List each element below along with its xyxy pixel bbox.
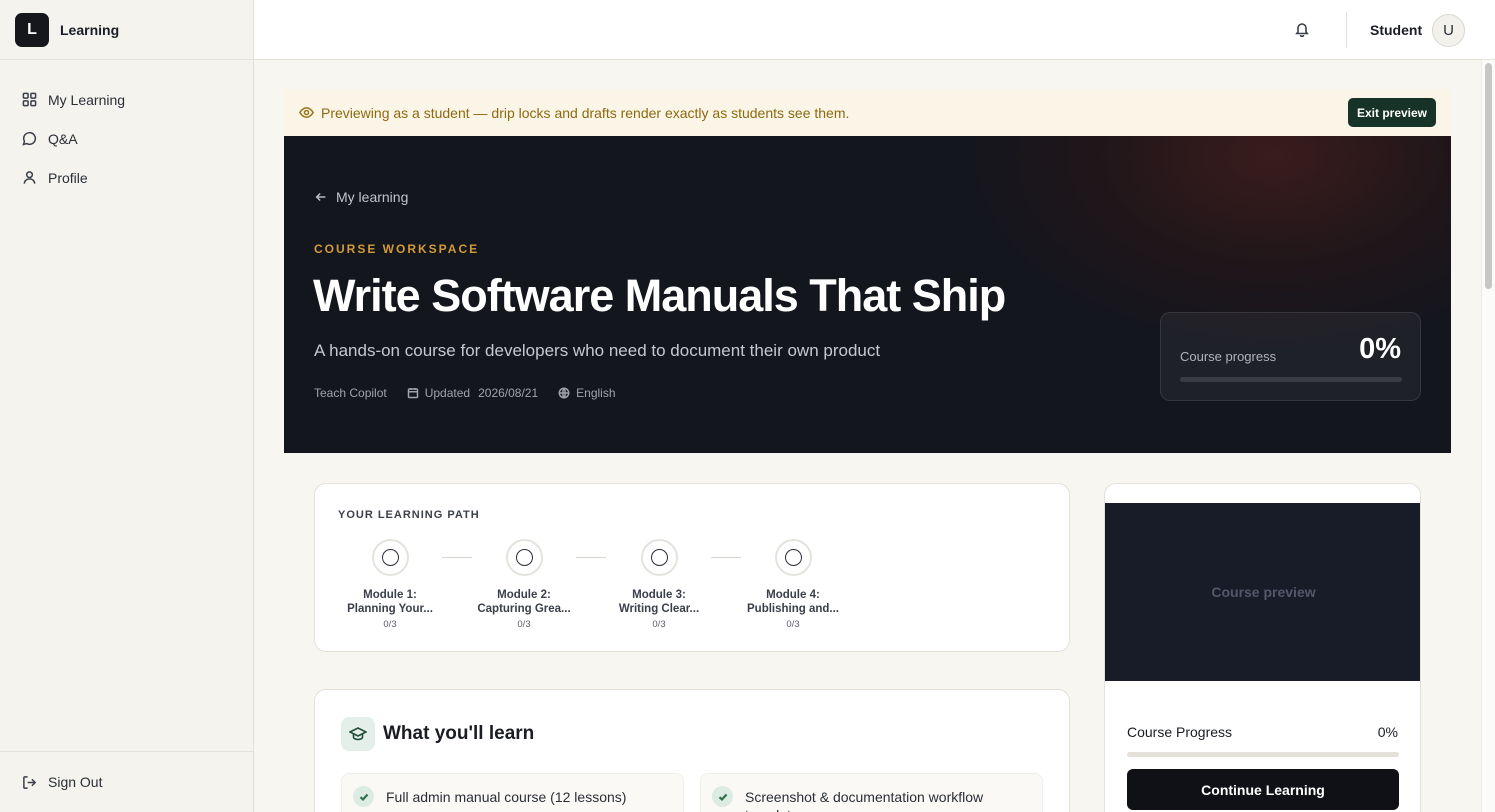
grid-icon: [22, 92, 37, 107]
what-youll-learn-card: What you'll learn Full admin manual cour…: [314, 689, 1070, 812]
check-icon: [712, 786, 733, 807]
learning-path-card: YOUR LEARNING PATH Module 1: Planning You…: [314, 483, 1070, 652]
course-meta: Teach Copilot Updated 2026/08/21 English: [314, 386, 636, 400]
learn-item: Screenshot & documentation workflow temp…: [700, 773, 1043, 812]
topbar-divider: [1346, 12, 1347, 48]
step-status-icon: [371, 539, 409, 576]
side-progress-label: Course Progress: [1127, 724, 1233, 740]
step-count: 0/3: [517, 619, 531, 630]
avatar[interactable]: U: [1432, 14, 1465, 47]
author-name: Teach Copilot: [314, 386, 387, 400]
hero-progress-label: Course progress: [1180, 349, 1277, 364]
step-title-line2: Planning Your...: [347, 603, 433, 615]
back-to-my-learning-link[interactable]: My learning: [314, 189, 408, 205]
bell-icon: [1295, 23, 1309, 38]
course-subtitle: A hands-on course for developers who nee…: [314, 341, 881, 360]
sign-out-icon: [23, 775, 37, 789]
path-step-module-2[interactable]: Module 2: Capturing Grea... 0/3: [474, 539, 574, 630]
page-scrollbar[interactable]: [1481, 60, 1495, 812]
hero-progress-value: 0%: [1359, 333, 1401, 365]
course-language: English: [558, 386, 616, 400]
sidebar-item-my-learning[interactable]: My Learning: [0, 80, 253, 119]
path-step-module-4[interactable]: Module 4: Publishing and... 0/3: [743, 539, 843, 630]
updated-label: Updated: [424, 386, 471, 400]
hero-eyebrow: COURSE WORKSPACE: [314, 242, 480, 256]
sidebar-item-qa[interactable]: Q&A: [0, 119, 253, 158]
path-step-module-3[interactable]: Module 3: Writing Clear... 0/3: [609, 539, 709, 630]
learn-section-title: What you'll learn: [383, 723, 535, 744]
side-progress-track: [1127, 752, 1399, 757]
learn-item-text: Screenshot & documentation workflow temp…: [745, 789, 984, 812]
user-name[interactable]: Student: [1370, 22, 1422, 38]
hero-progress-card: Course progress 0%: [1160, 312, 1421, 401]
course-side-card: Course preview Course Progress 0% Contin…: [1104, 483, 1421, 812]
path-connector: [711, 557, 741, 558]
calendar-icon: [407, 388, 418, 399]
preview-banner: Previewing as a student — drip locks and…: [284, 89, 1451, 136]
course-author: Teach Copilot: [314, 386, 387, 400]
step-status-icon: [505, 539, 543, 576]
step-status-icon: [774, 539, 812, 576]
learning-path-steps: Module 1: Planning Your... 0/3 Module 2: C…: [315, 539, 915, 639]
course-preview-video[interactable]: Course preview: [1105, 503, 1420, 681]
sidebar: L Learning My Learning Q&A Profile Sign …: [0, 0, 254, 812]
notifications-button[interactable]: [1294, 21, 1312, 39]
hero-progress-track: [1180, 377, 1402, 382]
step-title-line2: Publishing and...: [747, 603, 839, 615]
preview-banner-text: Previewing as a student — drip locks and…: [321, 104, 850, 121]
learn-item-text: Full admin manual course (12 lessons): [386, 789, 627, 805]
course-hero: My learning COURSE WORKSPACE Write Softw…: [284, 136, 1451, 453]
brand[interactable]: L Learning: [0, 0, 253, 60]
path-step-module-1[interactable]: Module 1: Planning Your... 0/3: [340, 539, 440, 630]
top-bar: Student U: [254, 0, 1495, 60]
brand-logo: L: [15, 12, 49, 47]
step-title-line1: Module 1:: [363, 589, 417, 601]
learn-item: Full admin manual course (12 lessons): [341, 773, 684, 812]
step-title-line2: Capturing Grea...: [477, 603, 571, 615]
step-title-line1: Module 4:: [766, 589, 820, 601]
step-count: 0/3: [383, 619, 397, 630]
path-connector: [442, 557, 472, 558]
side-progress-value: 0%: [1377, 724, 1398, 740]
language-label: English: [576, 386, 616, 400]
step-status-icon: [640, 539, 678, 576]
graduation-cap-icon: [341, 717, 375, 751]
sign-out-button[interactable]: Sign Out: [0, 751, 253, 812]
course-title: Write Software Manuals That Ship: [313, 270, 1006, 321]
back-link-label: My learning: [336, 189, 409, 205]
sidebar-item-label: Q&A: [48, 130, 78, 147]
sidebar-nav: My Learning Q&A Profile: [0, 60, 253, 197]
path-connector: [576, 557, 606, 558]
updated-date: 2026/08/21: [478, 386, 539, 400]
step-title-line1: Module 2:: [497, 589, 551, 601]
chat-bubble-icon: [22, 131, 37, 146]
course-preview-label: Course preview: [1211, 584, 1316, 600]
learning-path-title: YOUR LEARNING PATH: [338, 509, 480, 521]
course-updated: Updated 2026/08/21: [407, 386, 538, 400]
brand-name: Learning: [60, 21, 120, 38]
continue-learning-button[interactable]: Continue Learning: [1127, 769, 1399, 810]
step-count: 0/3: [652, 619, 666, 630]
step-count: 0/3: [786, 619, 800, 630]
step-title-line1: Module 3:: [632, 589, 686, 601]
eye-icon: [299, 107, 314, 118]
globe-icon: [558, 387, 570, 399]
exit-preview-button[interactable]: Exit preview: [1348, 98, 1436, 127]
sign-out-label: Sign Out: [48, 774, 103, 790]
check-icon: [353, 786, 374, 807]
sidebar-item-label: Profile: [48, 169, 88, 186]
arrow-left-icon: [315, 193, 326, 201]
sidebar-item-profile[interactable]: Profile: [0, 158, 253, 197]
step-title-line2: Writing Clear...: [618, 603, 700, 615]
scrollbar-thumb[interactable]: [1485, 63, 1492, 289]
user-icon: [23, 171, 36, 184]
sidebar-item-label: My Learning: [48, 91, 126, 108]
